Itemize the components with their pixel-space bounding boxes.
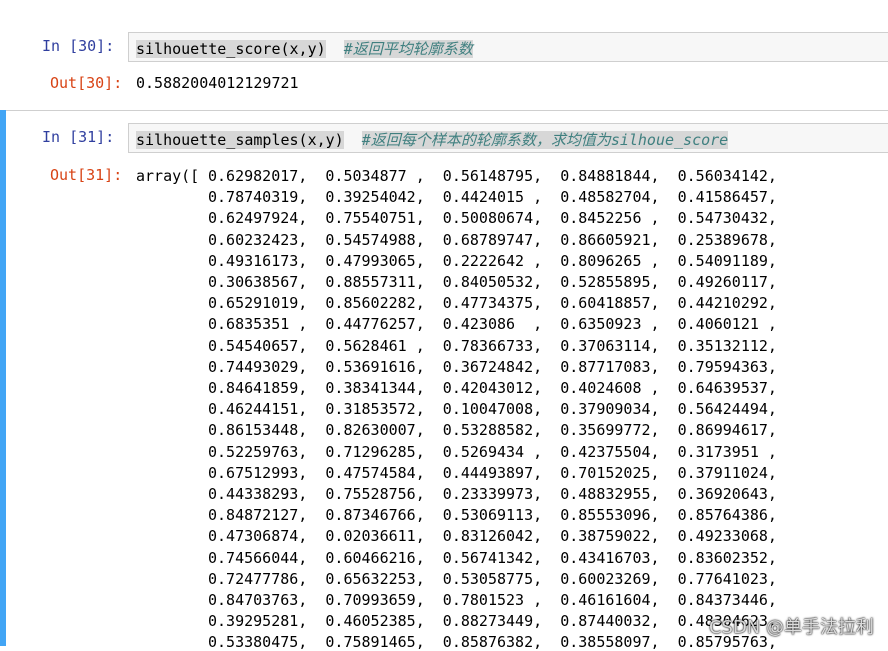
array-row: 0.6835351 , 0.44776257, 0.423086 , 0.635… <box>208 315 777 334</box>
array-row: 0.44338293, 0.75528756, 0.23339973, 0.48… <box>208 485 777 503</box>
array-row: 0.78740319, 0.39254042, 0.4424015 , 0.48… <box>208 188 777 207</box>
code-input-31[interactable]: silhouette_samples(x,y) #返回每个样本的轮廓系数，求均值… <box>128 123 888 153</box>
code-function-call-30: silhouette_score(x,y) <box>136 40 326 58</box>
code-function-call-31: silhouette_samples(x,y) <box>136 131 344 149</box>
top-cut-output: ' ' ' ' ' ' ' ' ' ' ' ' ' ' ' ' ' ' ' ' … <box>200 0 625 10</box>
array-row: 0.84641859, 0.38341344, 0.42043012, 0.40… <box>208 379 777 397</box>
array-row: 0.62982017, 0.5034877 , 0.56148795, 0.84… <box>208 167 777 185</box>
array-row: 0.72477786, 0.65632253, 0.53058775, 0.60… <box>208 569 777 588</box>
array-row: 0.54540657, 0.5628461 , 0.78366733, 0.37… <box>208 336 777 355</box>
array-row: 0.74493029, 0.53691616, 0.36724842, 0.87… <box>208 357 777 376</box>
array-row: 0.53380475, 0.75891465, 0.85876382, 0.38… <box>208 633 777 651</box>
array-row: 0.52259763, 0.71296285, 0.5269434 , 0.42… <box>208 442 777 461</box>
array-row: 0.30638567, 0.88557311, 0.84050532, 0.52… <box>208 273 777 291</box>
array-prefix: array([ <box>136 167 200 185</box>
array-row: 0.86153448, 0.82630007, 0.53288582, 0.35… <box>208 421 777 440</box>
in-prompt-30: In [30]: <box>42 37 115 55</box>
out-prompt-30: Out[30]: <box>50 74 123 92</box>
code-comment-31: #返回每个样本的轮廓系数，求均值为silhoue_score <box>361 131 729 149</box>
array-row: 0.67512993, 0.47574584, 0.44493897, 0.70… <box>208 463 777 482</box>
array-row: 0.74566044, 0.60466216, 0.56741342, 0.43… <box>208 548 777 567</box>
array-row: 0.65291019, 0.85602282, 0.47734375, 0.60… <box>208 294 777 313</box>
array-row: 0.39295281, 0.46052385, 0.88273449, 0.87… <box>208 612 777 631</box>
watermark: CSDN @单手法拉利 <box>708 617 874 638</box>
output-30: 0.5882004012129721 <box>136 74 299 92</box>
code-comment-30: #返回平均轮廓系数 <box>343 40 473 58</box>
array-row: 0.49316173, 0.47993065, 0.2222642 , 0.80… <box>208 251 777 270</box>
array-row: 0.60232423, 0.54574988, 0.68789747, 0.86… <box>208 230 777 249</box>
array-row: 0.62497924, 0.75540751, 0.50080674, 0.84… <box>208 209 777 228</box>
code-input-30[interactable]: silhouette_score(x,y) #返回平均轮廓系数 <box>128 32 888 62</box>
in-prompt-31: In [31]: <box>42 128 115 146</box>
array-row: 0.47306874, 0.02036611, 0.83126042, 0.38… <box>208 527 777 546</box>
out-prompt-31: Out[31]: <box>50 166 123 184</box>
array-row: 0.84703763, 0.70993659, 0.7801523 , 0.46… <box>208 591 777 609</box>
array-row: 0.84872127, 0.87346766, 0.53069113, 0.85… <box>208 506 777 525</box>
array-row: 0.46244151, 0.31853572, 0.10047008, 0.37… <box>208 400 777 419</box>
